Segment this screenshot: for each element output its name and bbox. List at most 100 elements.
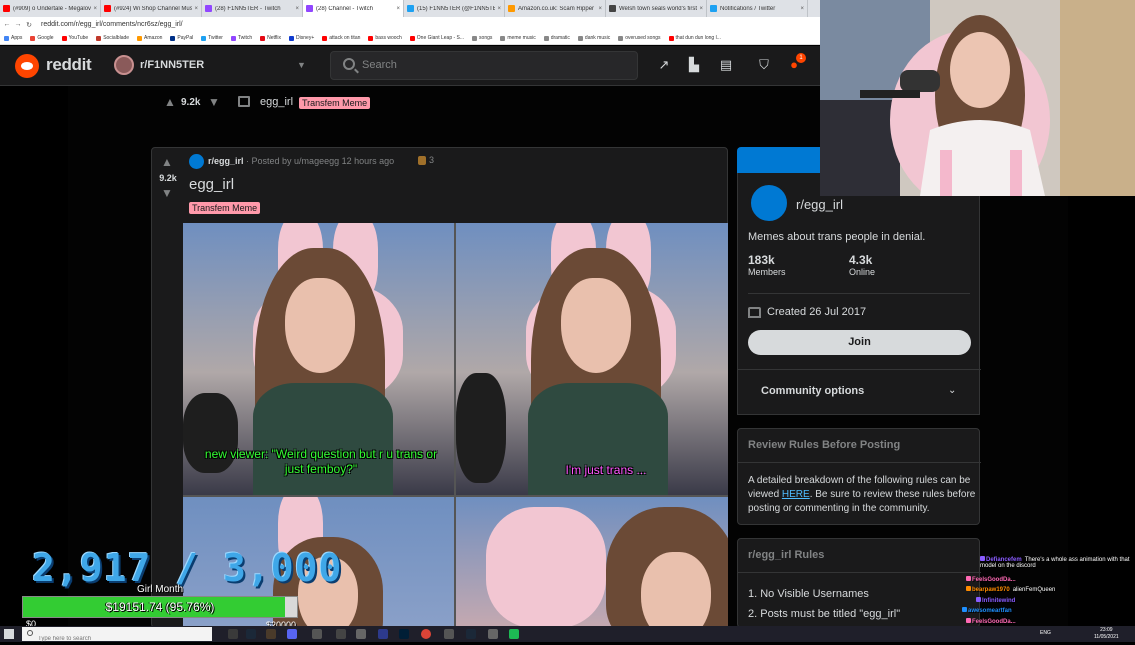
browser-tab[interactable]: (#924) Wi Shop Channel Musi... × xyxy=(101,0,202,17)
system-tray[interactable]: ENG xyxy=(1040,630,1051,636)
rule-item[interactable]: 1. No Visible Usernames xyxy=(748,588,869,600)
close-icon[interactable]: × xyxy=(497,6,501,12)
community-avatar[interactable] xyxy=(748,182,790,224)
chat-username[interactable]: Infinitewind xyxy=(982,598,1015,604)
windows-start-icon[interactable] xyxy=(4,629,14,639)
search-bar[interactable] xyxy=(330,51,638,80)
downvote-arrow-icon[interactable]: ▼ xyxy=(161,186,173,200)
clock[interactable]: 23:09 11/05/2021 xyxy=(1094,627,1119,641)
chevron-down-icon[interactable]: ⌄ xyxy=(948,385,956,396)
taskbar-search[interactable] xyxy=(22,627,212,645)
photoshop-icon[interactable] xyxy=(399,629,409,639)
close-icon[interactable]: × xyxy=(93,6,97,12)
downvote-arrow-icon[interactable]: ▼ xyxy=(208,95,220,109)
search-input[interactable] xyxy=(362,59,622,71)
close-icon[interactable]: × xyxy=(194,6,198,12)
app-icon[interactable] xyxy=(444,629,454,639)
discord-icon[interactable] xyxy=(287,629,297,639)
current-community[interactable]: r/F1NN5TER xyxy=(140,59,204,71)
bookmark-item[interactable]: Twitter xyxy=(201,35,223,41)
close-icon[interactable]: × xyxy=(396,6,400,12)
bookmark-item[interactable]: dank music xyxy=(577,35,610,41)
url-text[interactable]: reddit.com/r/egg_irl/comments/ncr6sz/egg… xyxy=(41,21,183,28)
vegas-icon[interactable] xyxy=(378,629,388,639)
reddit-wordmark[interactable]: reddit xyxy=(46,55,92,75)
post-flair[interactable]: Transfem Meme xyxy=(189,202,261,214)
stats-icon[interactable]: ▙ xyxy=(686,57,702,73)
browser-tab[interactable]: (28) F1NN5TER - Twitch × xyxy=(202,0,303,17)
upvote-arrow-icon[interactable]: ▲ xyxy=(161,155,173,169)
bookmark-item[interactable]: YouTube xyxy=(61,35,88,41)
join-button[interactable]: Join xyxy=(748,330,971,355)
taskbar-search-input[interactable] xyxy=(38,633,208,645)
language-indicator[interactable]: ENG xyxy=(1040,630,1051,636)
close-icon[interactable]: × xyxy=(699,6,703,12)
bookmark-item[interactable]: overused songs xyxy=(618,35,661,41)
close-icon[interactable]: × xyxy=(295,6,299,12)
community-options[interactable]: Community options xyxy=(761,385,864,397)
post-subreddit-link[interactable]: r/egg_irl xyxy=(208,156,244,166)
post-flair[interactable]: Transfem Meme xyxy=(299,97,371,109)
bookmark-label: Google xyxy=(37,35,54,41)
subreddit-icon[interactable] xyxy=(189,154,204,169)
reddit-logo-icon[interactable] xyxy=(15,54,39,78)
bookmark-item[interactable]: One Giant Leap - S... xyxy=(409,35,464,41)
bookmark-item[interactable]: that dun dun long l... xyxy=(668,35,721,41)
bookmark-item[interactable]: Google xyxy=(30,35,54,41)
bookmark-item[interactable]: Amazon xyxy=(137,35,162,41)
browser-tab[interactable]: (#909) o Undertale - Megalov... × xyxy=(0,0,101,17)
browser-tab[interactable]: Amazon.co.uk: Scam Ripper × xyxy=(505,0,606,17)
browser-tab[interactable]: (28) Channel - Twitch × xyxy=(303,0,404,17)
tab-title: (28) Channel - Twitch xyxy=(316,5,373,12)
bookmark-favicon-icon xyxy=(472,35,478,41)
forward-arrow-icon[interactable]: → xyxy=(14,21,22,28)
close-icon[interactable]: × xyxy=(598,6,602,12)
bookmark-item[interactable]: meme music xyxy=(500,35,536,41)
app-icon[interactable] xyxy=(488,629,498,639)
back-arrow-icon[interactable]: ← xyxy=(3,21,11,28)
chevron-down-icon[interactable]: ▼ xyxy=(297,60,306,70)
app-icon[interactable] xyxy=(509,629,519,639)
tab-favicon-icon xyxy=(710,5,717,12)
meme-frame: I'm just trans ... xyxy=(456,223,728,495)
steam-icon[interactable] xyxy=(466,629,476,639)
chat-username[interactable]: awesomeartfan xyxy=(968,608,1012,614)
chat-username[interactable]: FeelsGoodDa... xyxy=(972,577,1016,583)
upvote-arrow-icon[interactable]: ▲ xyxy=(164,95,176,109)
trending-icon[interactable]: ↗ xyxy=(656,57,672,73)
award-icon[interactable] xyxy=(418,156,426,165)
app-icon[interactable] xyxy=(312,629,322,639)
close-icon[interactable]: × xyxy=(800,6,804,12)
bookmark-item[interactable]: attack on titan xyxy=(322,35,360,41)
rules-link[interactable]: HERE xyxy=(782,489,810,500)
bookmark-item[interactable]: Apps xyxy=(4,35,22,41)
bookmark-item[interactable]: PayPal xyxy=(170,35,193,41)
bookmark-item[interactable]: songs xyxy=(472,35,492,41)
community-name[interactable]: r/egg_irl xyxy=(796,197,843,212)
card-title: Review Rules Before Posting xyxy=(748,439,901,451)
app-icon[interactable] xyxy=(356,629,366,639)
rule-item[interactable]: 2. Posts must be titled "egg_irl" xyxy=(748,608,900,620)
browser-tab[interactable]: Notifications / Twitter × xyxy=(707,0,808,17)
bookmark-item[interactable]: Netflix xyxy=(260,35,281,41)
obs-icon[interactable] xyxy=(336,629,346,639)
bookmark-label: attack on titan xyxy=(329,35,361,41)
browser-tab[interactable]: (15) F1NN5TER (@F1NN5TER)...× xyxy=(404,0,505,17)
chat-username[interactable]: FeelsGoodDa... xyxy=(972,619,1016,625)
steam-icon[interactable] xyxy=(246,629,256,639)
chrome-icon[interactable] xyxy=(421,629,431,639)
shield-icon[interactable]: ⛉ xyxy=(756,57,772,73)
chat-icon[interactable]: ▤ xyxy=(718,57,734,73)
reload-icon[interactable]: ↻ xyxy=(25,21,33,29)
minecraft-icon[interactable] xyxy=(266,629,276,639)
bookmark-item[interactable]: bass wooch xyxy=(368,35,402,41)
browser-tab[interactable]: Welsh town seals world's first... × xyxy=(606,0,707,17)
bookmark-item[interactable]: Disney+ xyxy=(289,35,314,41)
post-title[interactable]: egg_irl xyxy=(189,176,234,193)
chat-username[interactable]: bearpaw1970 xyxy=(972,587,1010,593)
bookmark-item[interactable]: Twitch xyxy=(230,35,252,41)
bookmark-item[interactable]: dramatic xyxy=(543,35,570,41)
address-bar: ← → ↻ reddit.com/r/egg_irl/comments/ncr6… xyxy=(0,17,820,32)
task-view-icon[interactable] xyxy=(228,629,238,639)
bookmark-item[interactable]: Socialblade xyxy=(96,35,129,41)
